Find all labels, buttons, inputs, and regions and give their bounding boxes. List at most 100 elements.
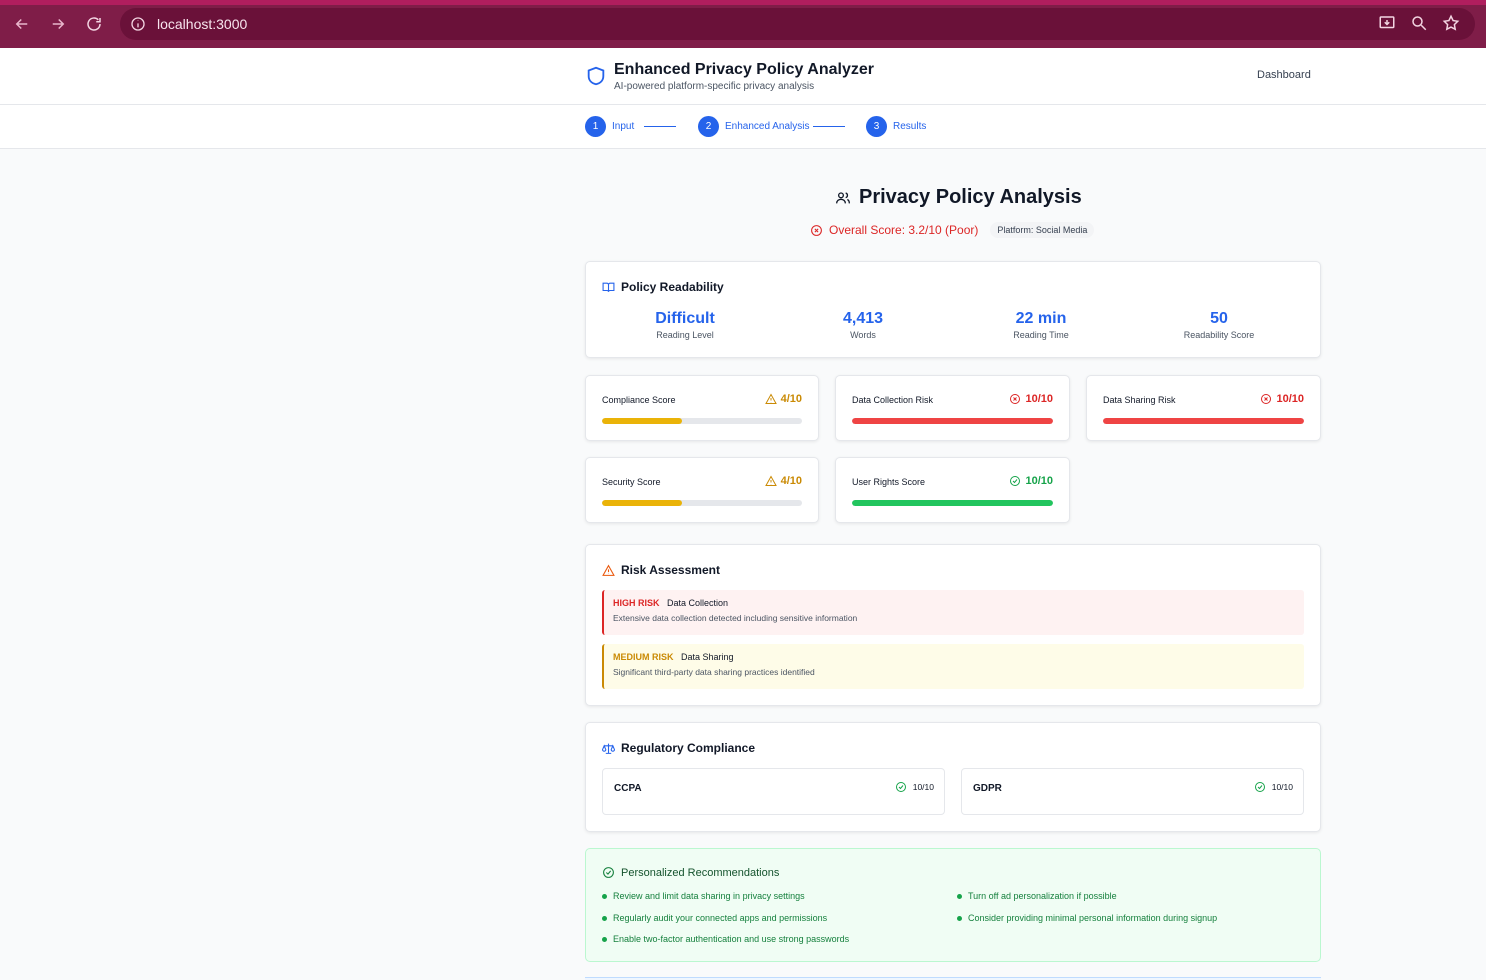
recommendation-text: Regularly audit your connected apps and … (613, 913, 828, 923)
regulatory-header: Regulatory Compliance (602, 741, 755, 755)
check-circle-icon (603, 867, 614, 878)
score-value-text: 10/10 (1025, 475, 1053, 487)
regulation-ccpa: CCPA 10/10 (602, 768, 945, 815)
regulation-name: GDPR (973, 783, 1002, 794)
score-value-text: 10/10 (1276, 393, 1304, 405)
score-value-text: 4/10 (780, 393, 802, 405)
recommendation-text: Enable two-factor authentication and use… (613, 934, 850, 944)
regulation-name: CCPA (614, 783, 642, 794)
back-arrow-icon[interactable] (10, 12, 34, 36)
risk-category: Data Collection (667, 598, 729, 608)
dashboard-link[interactable]: Dashboard (1257, 69, 1311, 81)
step-label-results[interactable]: Results (893, 121, 926, 132)
address-bar[interactable]: localhost:3000 (120, 8, 1475, 40)
stat-label: Words (850, 330, 876, 340)
score-card-user-rights: User Rights Score 10/10 (835, 457, 1070, 523)
x-circle-icon (810, 224, 823, 237)
step-label-input[interactable]: Input (612, 121, 634, 132)
bullet-icon (957, 893, 962, 899)
stat-value: 22 min (1015, 310, 1067, 327)
regulation-score-text: 10/10 (1271, 782, 1293, 792)
readability-header: Policy Readability (602, 280, 724, 294)
score-progress-track (852, 500, 1053, 506)
check-circle-icon (895, 782, 906, 792)
score-progress-fill (1103, 418, 1304, 424)
bookmark-star-icon[interactable] (1442, 14, 1462, 34)
stat-reading-level: Difficult Reading Level (605, 310, 765, 340)
recommendation-text: Consider providing minimal personal info… (968, 913, 1218, 923)
stat-reading-time: 22 min Reading Time (961, 310, 1121, 340)
recommendation-item: Review and limit data sharing in privacy… (602, 891, 805, 901)
risk-assessment-title: Risk Assessment (621, 563, 720, 577)
reload-icon[interactable] (82, 12, 106, 36)
score-label: Security Score (602, 477, 661, 487)
risk-item-high: HIGH RISK Data Collection Extensive data… (602, 590, 1304, 635)
recommendation-text: Review and limit data sharing in privacy… (613, 891, 805, 901)
step-number-input[interactable]: 1 (585, 116, 606, 137)
score-progress-track (602, 500, 802, 506)
bullet-icon (957, 915, 962, 921)
score-card-data-sharing-risk: Data Sharing Risk 10/10 (1086, 375, 1321, 441)
step-number-results[interactable]: 3 (866, 116, 887, 137)
url-text: localhost:3000 (157, 16, 248, 32)
regulation-score: 10/10 (1254, 781, 1293, 793)
forward-arrow-icon[interactable] (46, 12, 70, 36)
regulation-score-text: 10/10 (912, 782, 934, 792)
progress-stepper: 1 Input 2 Enhanced Analysis 3 Results (0, 105, 1486, 149)
shield-icon (585, 64, 607, 88)
warning-triangle-icon (602, 564, 615, 576)
site-info-icon[interactable] (128, 14, 148, 34)
regulation-gdpr: GDPR 10/10 (961, 768, 1304, 815)
recommendation-item: Consider providing minimal personal info… (957, 913, 1217, 923)
risk-description: Significant third-party data sharing pra… (613, 667, 815, 677)
score-label: Data Collection Risk (852, 395, 934, 405)
zoom-icon[interactable] (1410, 14, 1430, 34)
score-progress-fill (852, 418, 1053, 424)
step-label-enhanced-analysis[interactable]: Enhanced Analysis (725, 121, 810, 132)
analysis-title-row: Privacy Policy Analysis (835, 186, 1082, 209)
install-app-icon[interactable] (1378, 14, 1398, 34)
risk-description: Extensive data collection detected inclu… (613, 613, 858, 623)
readability-card: Policy Readability Difficult Reading Lev… (585, 261, 1321, 358)
recommendations-title: Personalized Recommendations (621, 866, 780, 879)
risk-category: Data Sharing (681, 652, 734, 662)
bullet-icon (602, 915, 607, 921)
browser-tab-strip (0, 0, 1486, 5)
recommendation-item: Enable two-factor authentication and use… (602, 934, 849, 944)
stat-value: 4,413 (842, 310, 884, 327)
recommendation-item: Regularly audit your connected apps and … (602, 913, 827, 923)
score-progress-fill (602, 418, 682, 424)
check-circle-icon (1254, 782, 1265, 792)
bullet-icon (602, 893, 607, 899)
stat-value: Difficult (655, 310, 715, 327)
app-title: Enhanced Privacy Policy Analyzer (614, 61, 874, 78)
stat-label: Readability Score (1183, 330, 1255, 340)
score-card-data-collection-risk: Data Collection Risk 10/10 (835, 375, 1070, 441)
score-value: 10/10 (1009, 475, 1053, 487)
step-connector (813, 126, 845, 127)
score-value-text: 10/10 (1025, 393, 1053, 405)
app-subtitle: AI-powered platform-specific privacy ana… (614, 81, 815, 92)
regulatory-title: Regulatory Compliance (621, 741, 756, 755)
x-circle-icon (1010, 394, 1021, 404)
score-value: 4/10 (764, 475, 802, 487)
score-value: 4/10 (764, 393, 802, 405)
score-label: User Rights Score (852, 477, 926, 487)
users-icon (835, 190, 851, 206)
risk-item-medium: MEDIUM RISK Data Sharing Significant thi… (602, 644, 1304, 689)
risk-level: MEDIUM RISK (613, 652, 674, 662)
bullet-icon (602, 936, 607, 942)
readability-title: Policy Readability (621, 280, 724, 294)
risk-level: HIGH RISK (613, 598, 660, 608)
app-header: Enhanced Privacy Policy Analyzer AI-powe… (0, 48, 1486, 105)
score-value-text: 4/10 (780, 475, 802, 487)
step-number-enhanced-analysis[interactable]: 2 (698, 116, 719, 137)
score-label: Data Sharing Risk (1103, 395, 1176, 405)
warning-triangle-icon (764, 393, 777, 404)
score-card-security: Security Score 4/10 (585, 457, 819, 523)
scale-icon (602, 743, 615, 754)
browser-toolbar: localhost:3000 (0, 0, 1486, 48)
stat-readability-score: 50 Readability Score (1139, 310, 1299, 340)
overall-score: Overall Score: 3.2/10 (Poor) (829, 223, 979, 237)
page-title: Privacy Policy Analysis (859, 186, 1082, 208)
